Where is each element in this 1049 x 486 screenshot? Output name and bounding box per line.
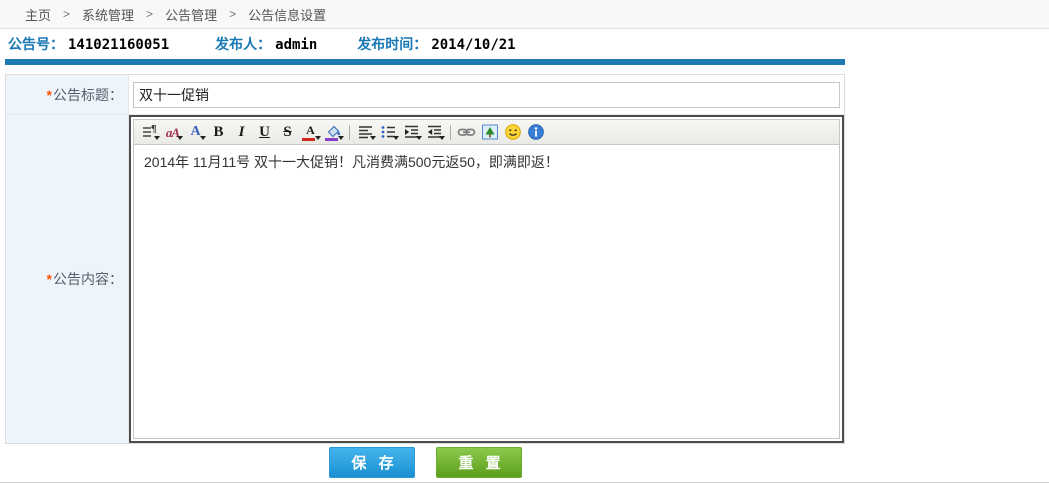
announcement-info-bar: 公告号： 141021160051 发布人： admin 发布时间： 2014/… xyxy=(0,29,1049,59)
breadcrumb-item-system-management[interactable]: 系统管理 xyxy=(82,5,134,24)
breadcrumb-separator: > xyxy=(146,7,153,21)
emoticon-icon[interactable] xyxy=(501,121,524,143)
font-family-icon[interactable]: aA xyxy=(161,121,184,143)
title-row: * 公告标题： xyxy=(6,75,844,114)
announcement-number-field: 公告号： 141021160051 xyxy=(8,34,169,54)
required-mark: * xyxy=(47,271,52,287)
announcement-number-value: 141021160051 xyxy=(68,37,169,53)
breadcrumb-item-home[interactable]: 主页 xyxy=(25,5,51,24)
publisher-value: admin xyxy=(275,37,317,53)
required-mark: * xyxy=(47,87,52,103)
outdent-icon[interactable] xyxy=(423,121,446,143)
publish-time-field: 发布时间： 2014/10/21 xyxy=(357,34,515,54)
font-size-icon[interactable]: A xyxy=(184,121,207,143)
breadcrumb-item-announcement-info-settings[interactable]: 公告信息设置 xyxy=(248,5,326,24)
strikethrough-icon[interactable]: S xyxy=(276,121,299,143)
content-row: * 公告内容： ¶ aA A xyxy=(6,114,844,443)
content-label-cell: * 公告内容： xyxy=(6,115,129,443)
title-field-cell xyxy=(129,75,844,114)
toolbar-separator xyxy=(450,125,451,140)
rich-text-editor: ¶ aA A B I xyxy=(129,115,844,443)
list-icon[interactable] xyxy=(377,121,400,143)
bottom-divider xyxy=(0,482,1049,483)
reset-button[interactable]: 重 置 xyxy=(436,447,522,478)
announcement-title-input[interactable] xyxy=(133,82,840,108)
underline-icon[interactable]: U xyxy=(253,121,276,143)
breadcrumb: 主页 > 系统管理 > 公告管理 > 公告信息设置 xyxy=(0,0,1049,29)
breadcrumb-item-announcement-management[interactable]: 公告管理 xyxy=(165,5,217,24)
italic-icon[interactable]: I xyxy=(230,121,253,143)
publish-time-value: 2014/10/21 xyxy=(431,37,515,53)
content-label: 公告内容： xyxy=(53,269,123,289)
title-label: 公告标题： xyxy=(53,85,123,105)
font-color-icon[interactable]: A xyxy=(299,121,322,143)
publisher-label: 发布人： xyxy=(215,34,271,54)
toolbar-separator xyxy=(349,125,350,140)
highlight-color-icon[interactable] xyxy=(322,121,345,143)
save-button[interactable]: 保 存 xyxy=(329,447,415,478)
breadcrumb-separator: > xyxy=(63,7,70,21)
image-icon[interactable] xyxy=(478,121,501,143)
alignment-icon[interactable] xyxy=(354,121,377,143)
publish-time-label: 发布时间： xyxy=(357,34,427,54)
bold-icon[interactable]: B xyxy=(207,121,230,143)
about-icon[interactable] xyxy=(524,121,547,143)
form-actions: 保 存 重 置 xyxy=(5,444,845,478)
paragraph-format-icon[interactable]: ¶ xyxy=(138,121,161,143)
breadcrumb-separator: > xyxy=(229,7,236,21)
announcement-number-label: 公告号： xyxy=(8,34,64,54)
indent-icon[interactable] xyxy=(400,121,423,143)
editor-cell: ¶ aA A B I xyxy=(129,115,844,443)
announcement-form: * 公告标题： * 公告内容： ¶ aA xyxy=(5,74,845,444)
title-label-cell: * 公告标题： xyxy=(6,75,129,114)
editor-toolbar: ¶ aA A B I xyxy=(133,119,840,145)
publisher-field: 发布人： admin xyxy=(215,34,317,54)
editor-content[interactable]: 2014年 11月11号 双十一大促销！凡消费满500元返50，即满即返！ xyxy=(133,145,840,439)
link-icon[interactable] xyxy=(455,121,478,143)
